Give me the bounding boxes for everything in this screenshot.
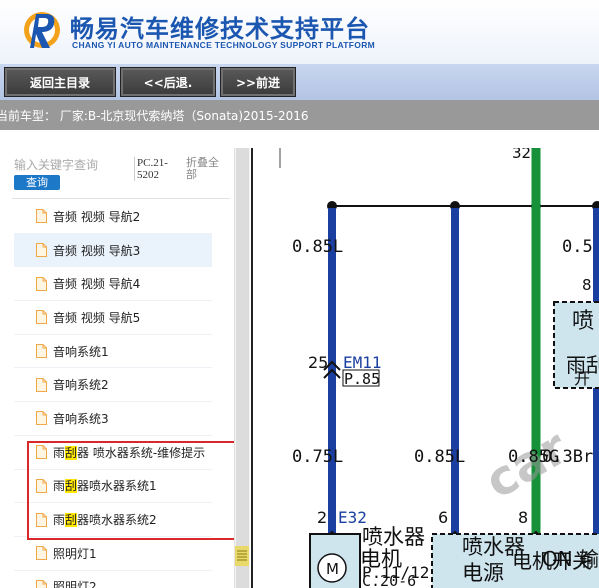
tree-item[interactable]: 音频 视频 导航2 bbox=[14, 200, 212, 234]
component-label: ON 输入 bbox=[542, 547, 599, 571]
wire-size-label: 0.5 bbox=[562, 237, 593, 257]
forward-button[interactable]: >>前进 bbox=[220, 67, 296, 97]
back-button[interactable]: <<后退. bbox=[120, 67, 216, 97]
label-part: 音频 视频 导航5 bbox=[53, 310, 141, 325]
document-icon bbox=[36, 478, 47, 493]
document-icon bbox=[36, 276, 47, 291]
page-ref-label: C.20-6 bbox=[362, 572, 416, 588]
label-part: 雨 bbox=[53, 445, 66, 460]
sidebar: 查询 PC.21-5202 折叠全部 音频 视频 导航2音频 视频 导航3音频 … bbox=[0, 148, 250, 588]
query-button[interactable]: 查询 bbox=[14, 175, 60, 190]
collapse-all-link[interactable]: 折叠全部 bbox=[186, 157, 226, 181]
component-label: 喷 bbox=[572, 309, 594, 334]
document-icon bbox=[36, 512, 47, 527]
search-input[interactable] bbox=[12, 154, 124, 176]
document-icon bbox=[36, 445, 47, 460]
brand-logo-icon bbox=[24, 12, 60, 48]
wire-size-label: 0.85L bbox=[292, 237, 343, 257]
tree-item[interactable]: 音频 视频 导航3 bbox=[14, 233, 212, 268]
tree-item-label: 雨刮器 喷水器系统-维修提示 bbox=[53, 444, 205, 461]
component-label: 开 bbox=[574, 369, 590, 388]
tree-item-label: 照明灯1 bbox=[53, 545, 97, 562]
tree-item-label: 音频 视频 导航4 bbox=[53, 275, 140, 292]
label-part: 雨 bbox=[53, 513, 66, 528]
scrollbar-thumb[interactable] bbox=[236, 148, 249, 588]
tree-item-label: 雨刮器喷水器系统1 bbox=[53, 477, 157, 494]
document-icon bbox=[36, 344, 47, 359]
tree-item[interactable]: 音响系统3 bbox=[14, 402, 212, 436]
tree-item-label: 音频 视频 导航5 bbox=[53, 309, 140, 326]
pc-code-label: PC.21-5202 bbox=[134, 157, 177, 181]
label-part: 音响系统2 bbox=[53, 378, 109, 393]
tree-item[interactable]: 雨刮器 喷水器系统-维修提示 bbox=[14, 436, 212, 470]
search-highlight: 刮 bbox=[65, 445, 78, 460]
search-highlight: 刮 bbox=[65, 479, 78, 494]
pin-number: 6 bbox=[438, 508, 448, 527]
label-part: 音频 视频 导航2 bbox=[53, 209, 141, 224]
tree-item[interactable]: 音响系统1 bbox=[14, 335, 212, 369]
app-header: 畅易汽车维修技术支持平台 CHANG YI AUTO MAINTENANCE T… bbox=[0, 0, 599, 64]
document-icon bbox=[36, 377, 47, 392]
sidebar-scrollbar[interactable] bbox=[234, 148, 251, 588]
label-part: 照明灯2 bbox=[53, 580, 97, 588]
tree-item-label: 音响系统2 bbox=[53, 376, 109, 393]
platform-subtitle: CHANG YI AUTO MAINTENANCE TECHNOLOGY SUP… bbox=[72, 40, 376, 50]
pin-number: 8 bbox=[518, 508, 528, 527]
scroll-grip-icon bbox=[235, 546, 249, 566]
tree-item[interactable]: 音频 视频 导航5 bbox=[14, 301, 212, 335]
label-part: 器喷水器系统1 bbox=[77, 479, 157, 494]
document-icon bbox=[36, 411, 47, 426]
wiring-diagram: 32 0.85L 0.5 8 喷 雨刮 开 25 EM11 P.85 car 0… bbox=[251, 148, 599, 588]
tree-item[interactable]: 音频 视频 导航4 bbox=[14, 267, 212, 302]
label-part: 照明灯1 bbox=[53, 546, 97, 561]
document-icon bbox=[36, 546, 47, 561]
document-icon bbox=[36, 579, 47, 588]
tree-item[interactable]: 雨刮器喷水器系统1 bbox=[14, 470, 212, 504]
document-tree: 音频 视频 导航2 音频 视频 导航3 音频 视频 导航4 音频 视频 导航5 音响系统… bbox=[14, 200, 234, 588]
tree-item-label: 音频 视频 导航2 bbox=[53, 208, 140, 225]
search-highlight: 刮 bbox=[65, 513, 78, 528]
platform-title: 畅易汽车维修技术支持平台 bbox=[70, 15, 370, 43]
document-icon bbox=[36, 243, 47, 258]
wire-size-label: 0.75L bbox=[292, 447, 343, 467]
tree-item-label: 音频 视频 导航3 bbox=[53, 242, 140, 259]
toolbar: 返回主目录 <<后退. >>前进 bbox=[0, 64, 599, 100]
label-part: 器 喷水器系统-维修提示 bbox=[77, 445, 206, 460]
document-icon bbox=[36, 310, 47, 325]
motor-symbol: M bbox=[326, 560, 339, 578]
divider bbox=[12, 198, 230, 199]
wire-top-number: 32 bbox=[512, 148, 531, 162]
wire-number-label: 8 bbox=[582, 276, 592, 294]
wiring-diagram-viewer[interactable]: 32 0.85L 0.5 8 喷 雨刮 开 25 EM11 P.85 car 0… bbox=[250, 148, 599, 588]
wire-size-label: 0.85L bbox=[414, 447, 465, 467]
label-part: 器喷水器系统2 bbox=[77, 513, 157, 528]
home-button[interactable]: 返回主目录 bbox=[4, 67, 116, 97]
label-part: 音响系统3 bbox=[53, 411, 109, 426]
document-icon bbox=[36, 209, 47, 224]
tree-item[interactable]: 音响系统2 bbox=[14, 368, 212, 403]
label-part: 音频 视频 导航4 bbox=[53, 277, 141, 292]
label-part: 雨 bbox=[53, 479, 66, 494]
label-part: 音响系统1 bbox=[53, 344, 109, 359]
tree-item[interactable]: 照明灯1 bbox=[14, 537, 212, 571]
page-ref-label: P.85 bbox=[344, 370, 380, 388]
pin-number: 2 bbox=[317, 508, 327, 527]
label-part: 音频 视频 导航3 bbox=[53, 243, 141, 258]
tree-item[interactable]: 雨刮器喷水器系统2 bbox=[14, 503, 212, 537]
tree-item[interactable]: 照明灯2 bbox=[14, 571, 212, 588]
current-vehicle-text: 当前车型： 厂家:B-北京现代索纳塔（Sonata)2015-2016 bbox=[0, 108, 309, 123]
tree-item-label: 音响系统1 bbox=[53, 343, 109, 360]
component-label: 电源 bbox=[462, 561, 504, 585]
tree-item-label: 雨刮器喷水器系统2 bbox=[53, 511, 157, 528]
tree-item-label: 照明灯2 bbox=[53, 578, 97, 588]
wire-size-label: 0.3Br bbox=[542, 447, 593, 467]
tree-item-label: 音响系统3 bbox=[53, 410, 109, 427]
component-label: 喷水器 bbox=[362, 525, 425, 549]
spacer bbox=[0, 130, 599, 148]
current-vehicle-bar: 当前车型： 厂家:B-北京现代索纳塔（Sonata)2015-2016 bbox=[0, 100, 599, 130]
